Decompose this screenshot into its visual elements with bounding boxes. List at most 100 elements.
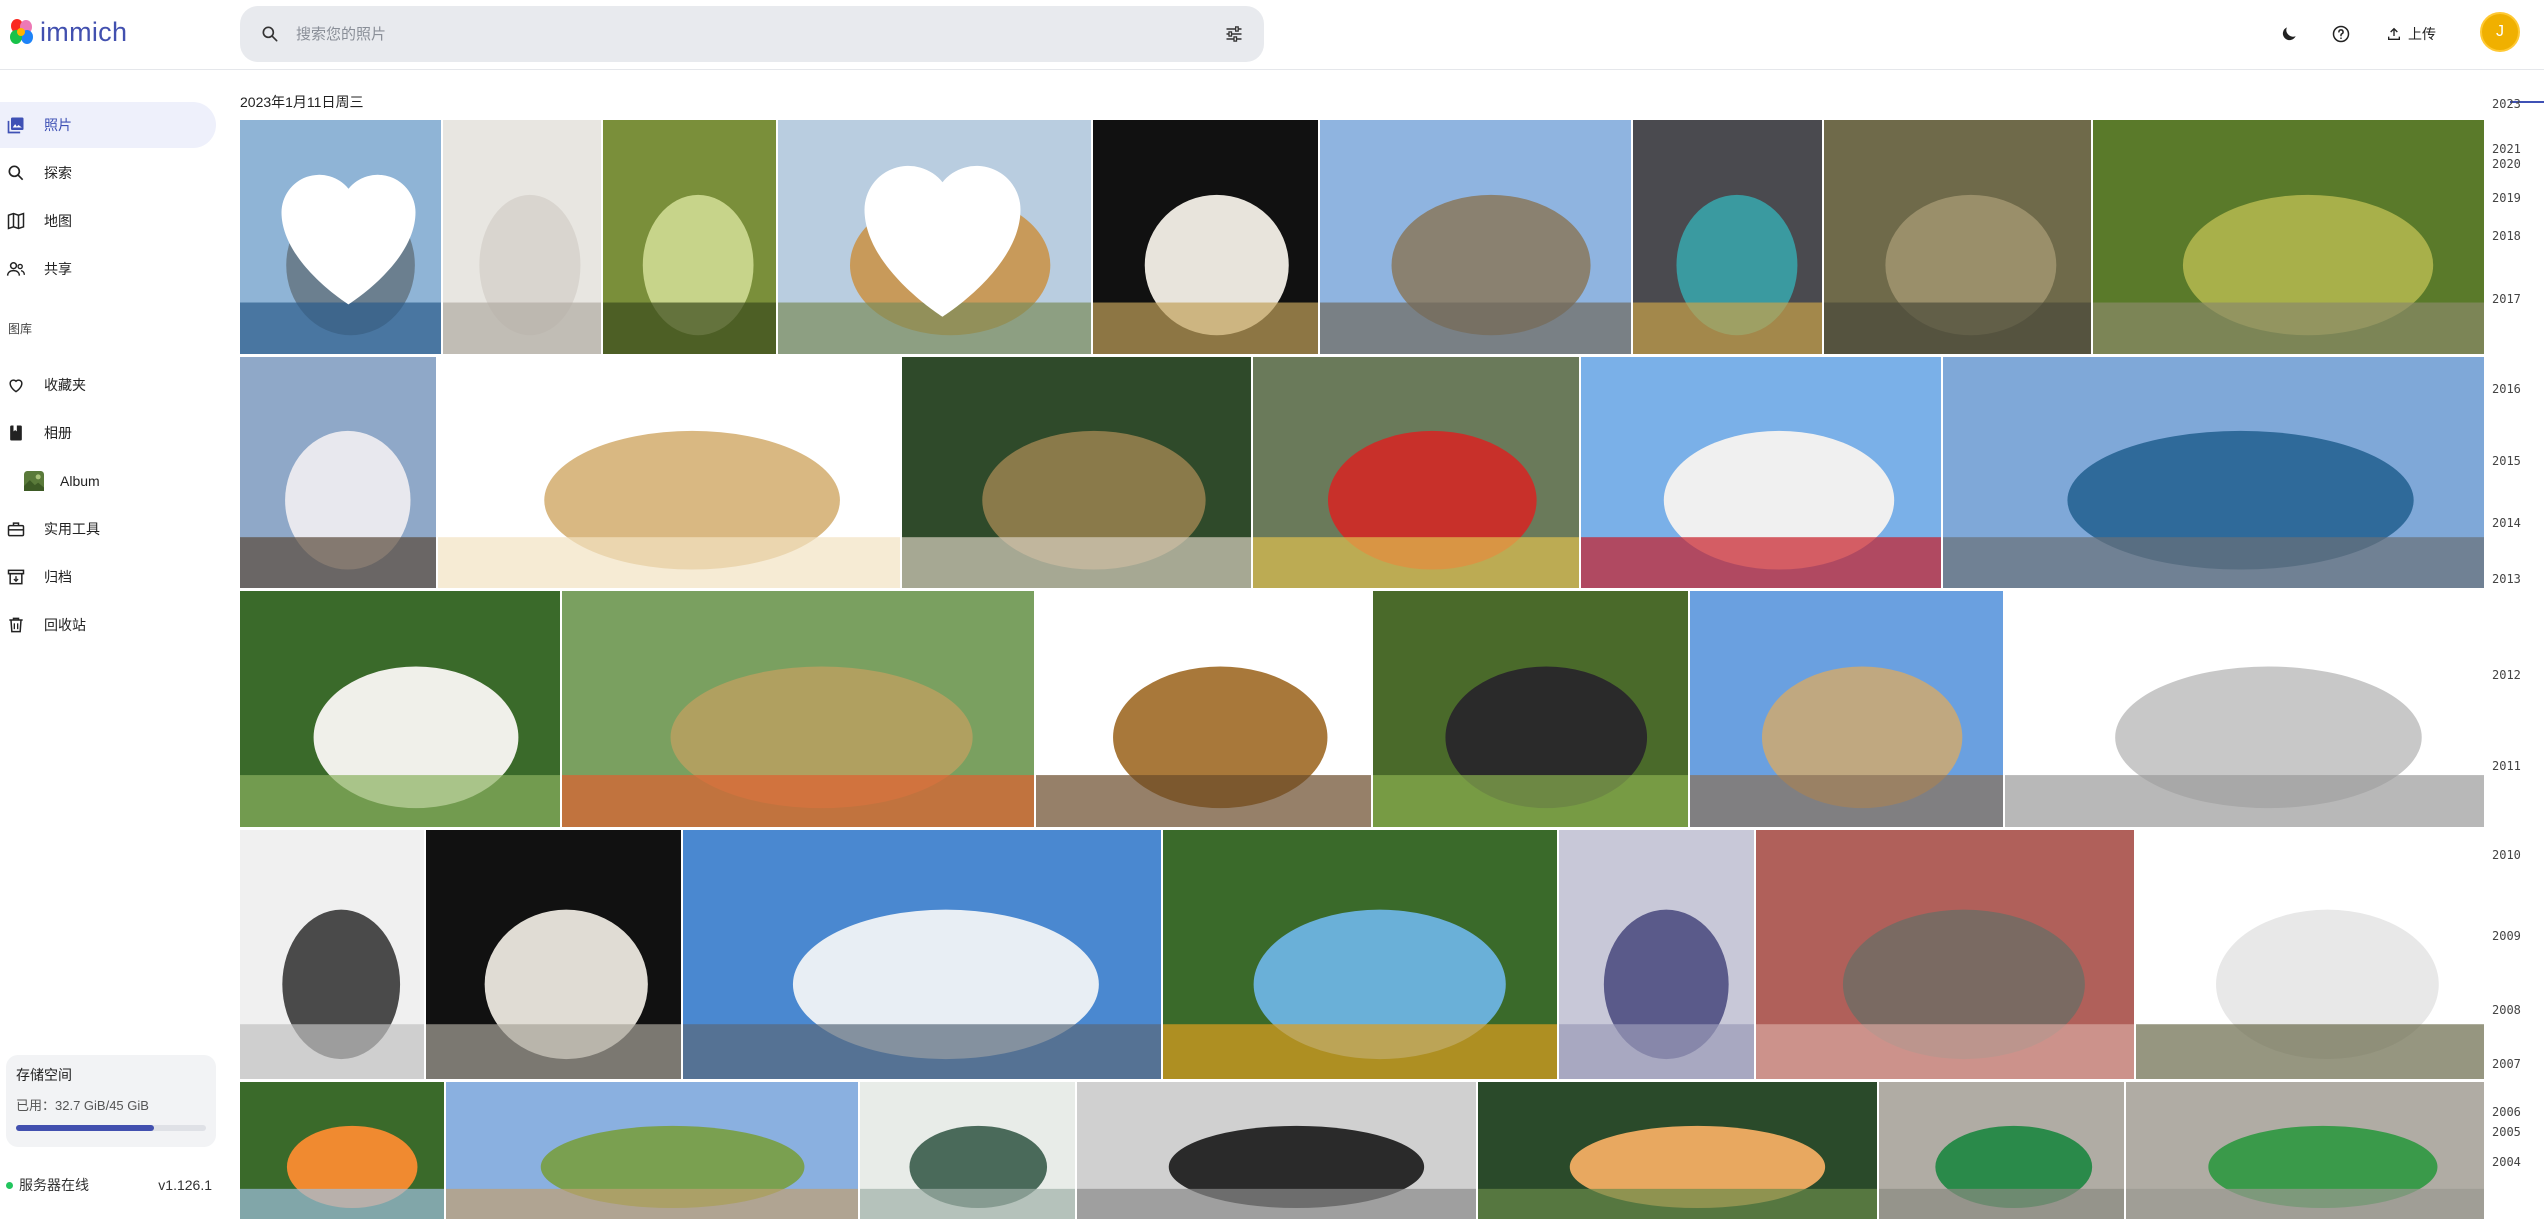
photo-thumbnail[interactable] bbox=[562, 591, 1034, 827]
photo-thumbnail[interactable] bbox=[860, 1082, 1075, 1219]
scrubber-year-label[interactable]: 2012 bbox=[2492, 668, 2521, 682]
sidebar-item-sharing[interactable]: 共享 bbox=[0, 246, 216, 292]
scrubber-year-label[interactable]: 2011 bbox=[2492, 759, 2521, 773]
library-section-label: 图库 bbox=[8, 322, 33, 336]
album-icon bbox=[6, 423, 26, 443]
scrubber-year-label[interactable]: 2009 bbox=[2492, 929, 2521, 943]
photo-thumbnail[interactable] bbox=[778, 120, 1091, 354]
scrubber-year-label[interactable]: 2007 bbox=[2492, 1057, 2521, 1071]
sidebar-item-album-entry[interactable]: Album bbox=[0, 458, 216, 504]
photo-thumbnail[interactable] bbox=[2136, 830, 2484, 1079]
photo-image bbox=[1824, 120, 2091, 354]
photo-thumbnail[interactable] bbox=[683, 830, 1161, 1079]
photo-image bbox=[1943, 357, 2484, 588]
photo-thumbnail[interactable] bbox=[1756, 830, 2134, 1079]
photo-thumbnail[interactable] bbox=[1581, 357, 1941, 588]
photo-thumbnail[interactable] bbox=[240, 357, 436, 588]
sidebar-item-archive[interactable]: 归档 bbox=[0, 554, 216, 600]
photos-icon bbox=[6, 115, 26, 135]
search-icon bbox=[6, 163, 26, 183]
search-input[interactable] bbox=[296, 16, 1196, 52]
photo-thumbnail[interactable] bbox=[1879, 1082, 2124, 1219]
scrubber-year-label[interactable]: 2004 bbox=[2492, 1155, 2521, 1169]
photo-thumbnail[interactable] bbox=[1163, 830, 1557, 1079]
scrubber-year-label[interactable]: 2023 bbox=[2492, 97, 2521, 111]
photo-thumbnail[interactable] bbox=[902, 357, 1251, 588]
help-icon bbox=[2332, 25, 2350, 43]
scrubber-year-label[interactable]: 2020 bbox=[2492, 157, 2521, 171]
search-options-icon[interactable] bbox=[1224, 24, 1244, 44]
server-status[interactable]: 服务器在线 v1.126.1 bbox=[0, 1173, 216, 1197]
scrubber-year-label[interactable]: 2014 bbox=[2492, 516, 2521, 530]
scrubber-year-label[interactable]: 2018 bbox=[2492, 229, 2521, 243]
storage-progress-fill bbox=[16, 1125, 155, 1131]
photo-thumbnail[interactable] bbox=[438, 357, 900, 588]
scrubber-year-label[interactable]: 2017 bbox=[2492, 292, 2521, 306]
photo-thumbnail[interactable] bbox=[2093, 120, 2484, 354]
sidebar-item-favorites[interactable]: 收藏夹 bbox=[0, 362, 216, 408]
sidebar-item-utilities[interactable]: 实用工具 bbox=[0, 506, 216, 552]
photo-image bbox=[240, 591, 560, 827]
scrubber-year-label[interactable]: 2015 bbox=[2492, 454, 2521, 468]
photo-thumbnail[interactable] bbox=[1253, 357, 1579, 588]
sidebar-item-label: 实用工具 bbox=[44, 521, 100, 537]
sidebar-item-map[interactable]: 地图 bbox=[0, 198, 216, 244]
photo-image bbox=[2136, 830, 2484, 1079]
photo-thumbnail[interactable] bbox=[1077, 1082, 1476, 1219]
scrubber-year-label[interactable]: 2019 bbox=[2492, 191, 2521, 205]
search-bar[interactable] bbox=[240, 6, 1264, 62]
favorite-heart-icon bbox=[864, 165, 1021, 317]
photo-thumbnail[interactable] bbox=[426, 830, 681, 1079]
top-bar: immich 上传 J bbox=[0, 0, 2544, 70]
photo-thumbnail[interactable] bbox=[2126, 1082, 2484, 1219]
photo-thumbnail[interactable] bbox=[1478, 1082, 1877, 1219]
sidebar-item-photos[interactable]: 照片 bbox=[0, 102, 216, 148]
photo-thumbnail[interactable] bbox=[240, 1082, 444, 1219]
photo-thumbnail[interactable] bbox=[1036, 591, 1371, 827]
photo-thumbnail[interactable] bbox=[240, 120, 441, 354]
sidebar-item-explore[interactable]: 探索 bbox=[0, 150, 216, 196]
photo-image bbox=[1093, 120, 1318, 354]
scrubber-year-label[interactable]: 2013 bbox=[2492, 572, 2521, 586]
scrubber-year-label[interactable]: 2016 bbox=[2492, 382, 2521, 396]
photo-image bbox=[1320, 120, 1631, 354]
sidebar-item-label: 收藏夹 bbox=[44, 377, 86, 393]
photo-thumbnail[interactable] bbox=[240, 830, 424, 1079]
scrubber-year-label[interactable]: 2021 bbox=[2492, 142, 2521, 156]
photo-thumbnail[interactable] bbox=[443, 120, 601, 354]
scrubber-year-label[interactable]: 2010 bbox=[2492, 848, 2521, 862]
favorite-heart-icon bbox=[281, 174, 416, 305]
upload-button[interactable]: 上传 bbox=[2386, 18, 2436, 50]
photo-thumbnail[interactable] bbox=[1824, 120, 2091, 354]
sidebar-item-trash[interactable]: 回收站 bbox=[0, 602, 216, 648]
user-avatar[interactable]: J bbox=[2480, 12, 2520, 52]
app-name: immich bbox=[40, 16, 128, 47]
photo-thumbnail[interactable] bbox=[1093, 120, 1318, 354]
theme-toggle-button[interactable] bbox=[2271, 16, 2307, 52]
scrubber-year-label[interactable]: 2005 bbox=[2492, 1125, 2521, 1139]
photo-thumbnail[interactable] bbox=[1943, 357, 2484, 588]
photo-thumbnail[interactable] bbox=[1633, 120, 1822, 354]
photo-thumbnail[interactable] bbox=[1320, 120, 1631, 354]
help-button[interactable] bbox=[2323, 16, 2359, 52]
scrubber-year-label[interactable]: 2008 bbox=[2492, 1003, 2521, 1017]
storage-card[interactable]: 存储空间 已用：32.7 GiB/45 GiB bbox=[6, 1055, 216, 1147]
moon-icon bbox=[2282, 27, 2296, 41]
photo-thumbnail[interactable] bbox=[603, 120, 776, 354]
photo-thumbnail[interactable] bbox=[2005, 591, 2484, 827]
photo-thumbnail[interactable] bbox=[446, 1082, 858, 1219]
sidebar-item-albums[interactable]: 相册 bbox=[0, 410, 216, 456]
photo-thumbnail[interactable] bbox=[240, 591, 560, 827]
photo-image bbox=[1478, 1082, 1877, 1219]
photo-thumbnail[interactable] bbox=[1373, 591, 1688, 827]
app-logo[interactable]: immich bbox=[6, 16, 127, 48]
photo-thumbnail[interactable] bbox=[1690, 591, 2003, 827]
scrubber-year-label[interactable]: 2006 bbox=[2492, 1105, 2521, 1119]
timeline-scrubber[interactable]: 2023 2021 2020 2019 2018 2017 2016 2015 2014 2013… bbox=[2486, 70, 2544, 1219]
toolbox-icon bbox=[6, 519, 26, 539]
photo-image bbox=[446, 1082, 858, 1219]
photo-image bbox=[240, 1082, 444, 1219]
photo-image bbox=[240, 830, 424, 1079]
photo-thumbnail[interactable] bbox=[1559, 830, 1754, 1079]
photo-image bbox=[1559, 830, 1754, 1079]
